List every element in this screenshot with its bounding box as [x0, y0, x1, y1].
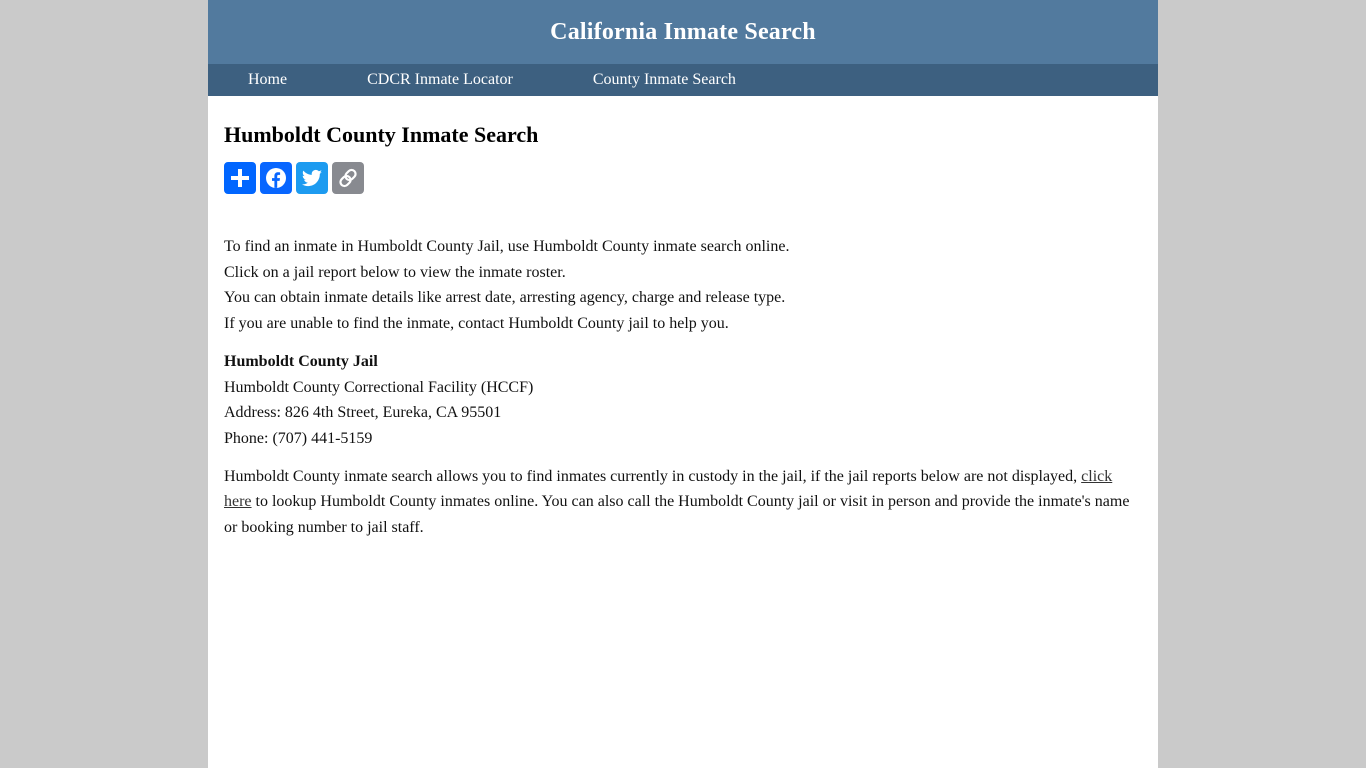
page-title: Humboldt County Inmate Search: [224, 122, 539, 147]
main-nav: Home CDCR Inmate Locator County Inmate S…: [208, 64, 1158, 96]
page-container: California Inmate Search Home CDCR Inmat…: [208, 0, 1158, 768]
copy-link-button[interactable]: [332, 162, 364, 194]
intro-line: If you are unable to find the inmate, co…: [224, 315, 729, 333]
twitter-share-button[interactable]: [296, 162, 328, 194]
paragraph-text-before: Humboldt County inmate search allows you…: [224, 467, 1082, 485]
facebook-icon: [266, 168, 286, 188]
site-title[interactable]: California Inmate Search: [550, 19, 816, 46]
main-content: Humboldt County Inmate Search To find an…: [208, 122, 1158, 541]
twitter-icon: [301, 169, 322, 187]
intro-text: To find an inmate in Humboldt County Jai…: [224, 234, 1142, 337]
jail-phone: Phone: (707) 441-5159: [224, 429, 373, 447]
jail-address: Address: 826 4th Street, Eureka, CA 9550…: [224, 404, 502, 422]
intro-line: To find an inmate in Humboldt County Jai…: [224, 238, 790, 255]
link-icon: [339, 168, 357, 188]
intro-line: Click on a jail report below to view the…: [224, 263, 566, 281]
jail-name: Humboldt County Jail: [224, 352, 378, 370]
nav-home[interactable]: Home: [248, 71, 287, 89]
intro-line: You can obtain inmate details like arres…: [224, 289, 786, 307]
jail-facility: Humboldt County Correctional Facility (H…: [224, 378, 534, 396]
share-buttons: [224, 162, 1142, 194]
site-header: California Inmate Search: [208, 0, 1158, 64]
search-info-paragraph: Humboldt County inmate search allows you…: [224, 464, 1142, 541]
jail-info: Humboldt County Jail Humboldt County Cor…: [224, 349, 1142, 452]
share-button[interactable]: [224, 162, 256, 194]
nav-cdcr-inmate-locator[interactable]: CDCR Inmate Locator: [367, 71, 513, 89]
nav-county-inmate-search[interactable]: County Inmate Search: [593, 71, 736, 89]
paragraph-text-after: to lookup Humboldt County inmates online…: [224, 493, 1130, 537]
plus-icon: [231, 169, 249, 187]
facebook-share-button[interactable]: [260, 162, 292, 194]
